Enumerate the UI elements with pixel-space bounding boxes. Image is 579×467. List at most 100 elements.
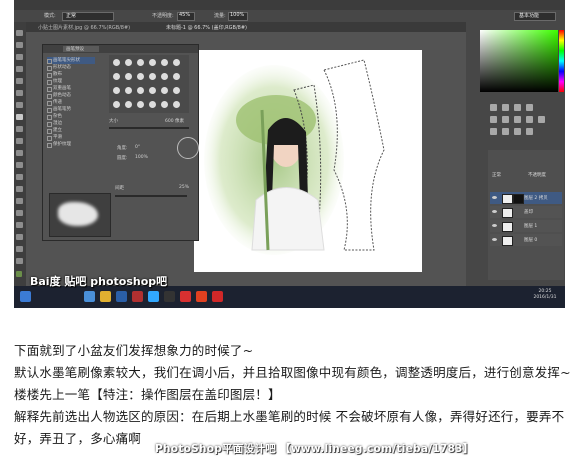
gradient-tool-icon[interactable]: [16, 162, 23, 168]
folder-icon[interactable]: [100, 291, 111, 302]
layer-thumbnail: [502, 222, 513, 232]
quick-select-tool-icon[interactable]: [16, 66, 23, 72]
type-tool-icon[interactable]: [16, 210, 23, 216]
brush-tool-icon[interactable]: [16, 114, 23, 120]
document-tabs: 小贴士图片素材.jpg @ 66.7%(RGB/8#) 未标题-1 @ 66.7…: [26, 22, 466, 32]
app-icon[interactable]: [212, 291, 223, 302]
path-select-tool-icon[interactable]: [16, 222, 23, 228]
hue-slider[interactable]: [559, 30, 564, 92]
layer-row[interactable]: 盖印: [490, 206, 562, 218]
curves-icon[interactable]: [514, 104, 521, 111]
layer-name: 图层 0: [524, 238, 538, 243]
ps-app-icon[interactable]: [116, 291, 127, 302]
app-icon[interactable]: [180, 291, 191, 302]
layer-mask-thumbnail: [513, 194, 524, 204]
blur-tool-icon[interactable]: [16, 174, 23, 180]
layer-thumbnail: [502, 194, 513, 204]
posterize-icon[interactable]: [502, 128, 509, 135]
eraser-tool-icon[interactable]: [16, 150, 23, 156]
brush-option[interactable]: 形状动态: [47, 64, 95, 71]
menu-bar[interactable]: [14, 0, 565, 10]
pen-tool-icon[interactable]: [16, 198, 23, 204]
document-canvas[interactable]: [194, 50, 422, 272]
size-slider[interactable]: [109, 127, 189, 129]
ie-icon[interactable]: [84, 291, 95, 302]
healing-tool-icon[interactable]: [16, 102, 23, 108]
hand-tool-icon[interactable]: [16, 246, 23, 252]
size-value[interactable]: 600 像素: [165, 118, 184, 124]
brush-presets-tab-label: 画笔预设: [66, 47, 84, 52]
stamp-tool-icon[interactable]: [16, 126, 23, 132]
brush-option[interactable]: 湿边: [47, 120, 95, 127]
marquee-tool-icon[interactable]: [16, 42, 23, 48]
doc-tab-1[interactable]: 小贴士图片素材.jpg @ 66.7%(RGB/8#): [38, 24, 130, 31]
angle-value[interactable]: 0°: [135, 145, 140, 150]
roundness-value[interactable]: 100%: [135, 155, 148, 160]
visibility-eye-icon[interactable]: [492, 210, 497, 213]
brush-stroke-preview: [49, 193, 111, 237]
brush-option[interactable]: 建立: [47, 127, 95, 134]
spacing-value[interactable]: 25%: [179, 185, 189, 190]
brush-option-tip-shape[interactable]: 画笔笔尖形状: [47, 57, 95, 64]
angle-roundness-dial[interactable]: [177, 137, 199, 159]
brush-option[interactable]: 画笔笔势: [47, 106, 95, 113]
color-balance-icon[interactable]: [514, 116, 521, 123]
app-icon[interactable]: [196, 291, 207, 302]
brush-option[interactable]: 纹理: [47, 78, 95, 85]
canvas-artwork: [204, 59, 385, 255]
brush-option[interactable]: 保护纹理: [47, 141, 95, 148]
black-white-icon[interactable]: [526, 116, 533, 123]
photo-filter-icon[interactable]: [538, 116, 545, 123]
visibility-eye-icon[interactable]: [492, 196, 497, 199]
foreground-color-swatch[interactable]: [16, 271, 22, 277]
hue-saturation-icon[interactable]: [502, 116, 509, 123]
layer-row[interactable]: 图层 2 拷贝: [490, 192, 562, 204]
zoom-tool-icon[interactable]: [16, 258, 23, 264]
layer-row[interactable]: 图层 1: [490, 220, 562, 232]
brightness-icon[interactable]: [490, 104, 497, 111]
preview-stroke: [58, 202, 98, 226]
options-bar: 模式: 正常 不透明度: 45% 流量: 100% 基本功能: [14, 10, 565, 22]
doc-tab-2[interactable]: 未标题-1 @ 66.7% (盖印,RGB/8#): [166, 24, 247, 31]
layer-opacity-label: 不透明度: [528, 173, 546, 178]
color-picker-field[interactable]: [480, 30, 558, 92]
vibrance-icon[interactable]: [490, 116, 497, 123]
post-paragraph: 下面就到了小盆友们发挥想象力的时候了~: [14, 343, 254, 358]
exposure-icon[interactable]: [526, 104, 533, 111]
lasso-tool-icon[interactable]: [16, 54, 23, 60]
brush-option[interactable]: 散布: [47, 71, 95, 78]
dodge-tool-icon[interactable]: [16, 186, 23, 192]
brush-option[interactable]: 颜色动态: [47, 92, 95, 99]
layer-row[interactable]: 图层 0: [490, 234, 562, 246]
brush-option[interactable]: 传递: [47, 99, 95, 106]
app-icon[interactable]: [132, 291, 143, 302]
move-tool-icon[interactable]: [16, 30, 23, 36]
brush-option[interactable]: 平滑: [47, 134, 95, 141]
levels-icon[interactable]: [502, 104, 509, 111]
crop-tool-icon[interactable]: [16, 78, 23, 84]
opacity-label: 不透明度:: [152, 13, 174, 19]
tools-panel[interactable]: [14, 22, 26, 286]
system-tray-clock[interactable]: 20:25 2016/1/31: [526, 289, 564, 301]
brush-tip-grid[interactable]: [109, 55, 189, 113]
invert-icon[interactable]: [490, 128, 497, 135]
brush-option[interactable]: 双重画笔: [47, 85, 95, 92]
opacity-value: 45%: [179, 12, 191, 18]
brush-option[interactable]: 杂色: [47, 113, 95, 120]
eyedropper-tool-icon[interactable]: [16, 90, 23, 96]
visibility-eye-icon[interactable]: [492, 238, 497, 241]
mode-value: 正常: [66, 13, 77, 19]
start-button-icon[interactable]: [20, 291, 31, 302]
layer-thumbnail: [502, 236, 513, 246]
shape-tool-icon[interactable]: [16, 234, 23, 240]
blend-mode-value[interactable]: 正常: [492, 172, 501, 178]
gradient-map-icon[interactable]: [526, 128, 533, 135]
threshold-icon[interactable]: [514, 128, 521, 135]
photoshop-icon[interactable]: [148, 291, 159, 302]
flow-label: 流量:: [214, 13, 226, 19]
app-icon[interactable]: [164, 291, 175, 302]
history-brush-tool-icon[interactable]: [16, 138, 23, 144]
visibility-eye-icon[interactable]: [492, 224, 497, 227]
spacing-slider[interactable]: [115, 195, 187, 197]
layer-name: 图层 2 拷贝: [524, 196, 548, 201]
